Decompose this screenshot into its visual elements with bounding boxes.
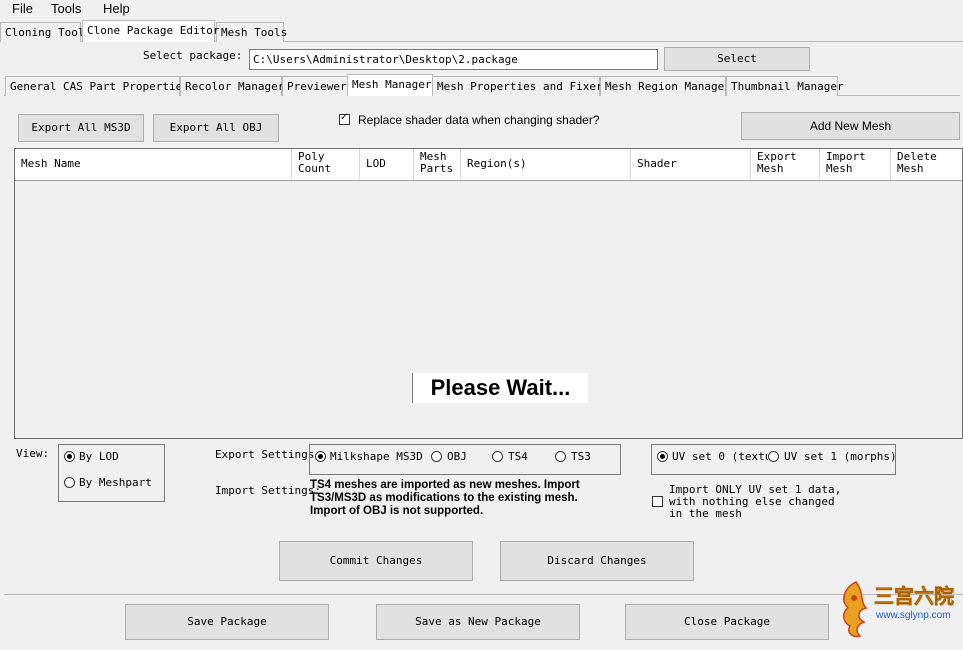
watermark-logo: 三宫六院 www.sglynp.com xyxy=(836,578,962,646)
tab-previewer[interactable]: Previewer xyxy=(282,76,348,96)
tab-mesh-region-manager[interactable]: Mesh Region Manager xyxy=(600,76,731,96)
menu-tools[interactable]: Tools xyxy=(49,1,83,16)
discard-changes-button[interactable]: Discard Changes xyxy=(500,541,694,581)
export-all-ms3d-button[interactable]: Export All MS3D xyxy=(18,114,144,142)
tab-mesh-tools[interactable]: Mesh Tools xyxy=(216,22,287,42)
save-as-new-package-button[interactable]: Save as New Package xyxy=(376,604,580,640)
export-obj-label[interactable]: OBJ xyxy=(447,450,467,463)
replace-shader-label: Replace shader data when changing shader… xyxy=(358,113,600,127)
tab-mesh-properties-and-fixers[interactable]: Mesh Properties and Fixers xyxy=(432,76,609,96)
view-by-lod-radio[interactable] xyxy=(64,451,75,462)
tab-recolor-manager[interactable]: Recolor Manager xyxy=(180,76,284,96)
export-ms3d-label[interactable]: Milkshape MS3D xyxy=(330,450,423,463)
export-ms3d-radio[interactable] xyxy=(315,451,326,462)
import-only-uv1-label: Import ONLY UV set 1 data, with nothing … xyxy=(669,483,842,520)
watermark-text: 三宫六院 xyxy=(874,584,955,609)
close-package-button[interactable]: Close Package xyxy=(625,604,829,640)
col-export-mesh[interactable]: Export Mesh xyxy=(751,149,820,180)
export-obj-radio[interactable] xyxy=(431,451,442,462)
export-ts3-label[interactable]: TS3 xyxy=(571,450,591,463)
select-package-button[interactable]: Select xyxy=(664,47,810,71)
tab-clone-package-editor[interactable]: Clone Package Editor xyxy=(82,20,219,42)
export-settings-label: Export Settings: xyxy=(215,448,321,461)
col-regions[interactable]: Region(s) xyxy=(461,149,631,180)
col-lod[interactable]: LOD xyxy=(360,149,414,180)
menu-help[interactable]: Help xyxy=(101,1,132,16)
mesh-table-header: Mesh Name Poly Count LOD Mesh Parts Region… xyxy=(15,149,962,181)
menu-file[interactable]: File xyxy=(10,1,35,16)
footer-divider xyxy=(4,594,963,595)
tab-cloning-tool[interactable]: Cloning Tool xyxy=(0,22,84,42)
import-settings-note: TS4 meshes are imported as new meshes. I… xyxy=(310,479,580,517)
uv-set-0-label[interactable]: UV set 0 (textur xyxy=(672,450,768,463)
export-settings-group: Milkshape MS3D OBJ TS4 TS3 xyxy=(309,444,621,475)
add-new-mesh-button[interactable]: Add New Mesh xyxy=(741,112,960,140)
view-label: View: xyxy=(16,447,50,460)
menu-bar: File Tools Help xyxy=(0,0,963,19)
watermark-url: www.sglynp.com xyxy=(876,610,951,621)
export-all-obj-button[interactable]: Export All OBJ xyxy=(153,114,279,142)
import-only-uv1-checkbox[interactable] xyxy=(652,496,663,507)
replace-shader-checkbox[interactable] xyxy=(339,112,350,125)
tab-mesh-manager[interactable]: Mesh Manager xyxy=(347,74,433,96)
export-ts4-radio[interactable] xyxy=(492,451,503,462)
col-mesh-parts[interactable]: Mesh Parts xyxy=(414,149,461,180)
tab-thumbnail-manager[interactable]: Thumbnail Manager xyxy=(726,76,844,96)
export-ts3-radio[interactable] xyxy=(555,451,566,462)
view-by-meshpart-label[interactable]: By Meshpart xyxy=(79,476,152,489)
package-path-field[interactable]: C:\Users\Administrator\Desktop\2.package xyxy=(249,49,658,70)
import-settings-label: Import Settings: xyxy=(215,484,321,497)
commit-changes-button[interactable]: Commit Changes xyxy=(279,541,473,581)
col-mesh-name[interactable]: Mesh Name xyxy=(15,149,292,180)
uv-set-1-radio[interactable] xyxy=(768,451,779,462)
save-package-button[interactable]: Save Package xyxy=(125,604,329,640)
uv-set-1-label[interactable]: UV set 1 (morphs) xyxy=(784,450,897,463)
col-poly-count[interactable]: Poly Count xyxy=(292,149,360,180)
please-wait-overlay: Please Wait... xyxy=(412,373,588,403)
tab-general-cas-part-properties[interactable]: General CAS Part Properties xyxy=(5,76,189,96)
col-import-mesh[interactable]: Import Mesh xyxy=(820,149,891,180)
col-shader[interactable]: Shader xyxy=(631,149,751,180)
view-by-lod-label[interactable]: By LOD xyxy=(79,450,119,463)
view-by-meshpart-radio[interactable] xyxy=(64,477,75,488)
mesh-table[interactable]: Mesh Name Poly Count LOD Mesh Parts Region… xyxy=(14,148,963,439)
view-options-group: By LOD By Meshpart xyxy=(58,444,165,502)
uv-set-group: UV set 0 (textur UV set 1 (morphs) xyxy=(651,444,897,475)
phoenix-icon xyxy=(843,581,868,638)
uv-set-0-radio[interactable] xyxy=(657,451,668,462)
select-package-label: Select package: xyxy=(143,49,243,62)
col-delete-mesh[interactable]: Delete Mesh xyxy=(891,149,962,180)
export-ts4-label[interactable]: TS4 xyxy=(508,450,528,463)
